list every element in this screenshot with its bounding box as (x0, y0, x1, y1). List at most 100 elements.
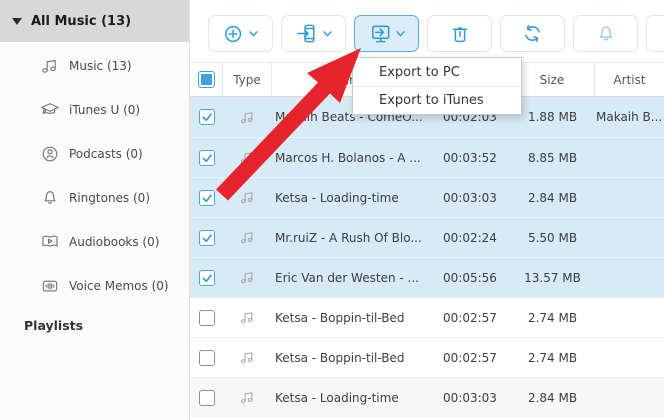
sidebar-list: Music (13) iTunes U (0) Podcasts (0) (0, 42, 189, 308)
plus-circle-icon (223, 23, 245, 45)
sidebar-item-label: Ringtones (0) (69, 191, 150, 205)
song-size: 5.50 MB (510, 231, 595, 245)
toolbar-button-partial[interactable] (646, 15, 664, 52)
chevron-down-icon (249, 31, 258, 37)
menu-item-export-to-pc[interactable]: Export to PC (353, 58, 521, 86)
row-checkbox[interactable] (199, 190, 215, 206)
song-name: Mr.ruiZ - A Rush Of Blo... (272, 231, 430, 245)
column-header-size[interactable]: Size (510, 63, 595, 96)
bell-icon (595, 23, 617, 45)
sidebar-section-playlists[interactable]: Playlists (0, 318, 189, 333)
voice-memo-icon (40, 276, 60, 296)
toolbar (190, 0, 664, 62)
podcast-icon (40, 144, 60, 164)
export-dropdown-menu: Export to PC Export to iTunes (352, 57, 522, 115)
audiobook-icon (40, 232, 60, 252)
music-note-icon (40, 56, 60, 76)
column-header-type[interactable]: Type (223, 63, 272, 96)
notifications-button[interactable] (573, 15, 638, 52)
sidebar-item-audiobooks[interactable]: Audiobooks (0) (0, 220, 189, 264)
app-window: All Music (13) Music (13) iTunes U (0) (0, 0, 664, 420)
row-checkbox[interactable] (199, 230, 215, 246)
song-time: 00:03:03 (430, 191, 510, 205)
check-icon (201, 152, 213, 164)
table-row[interactable]: Marcos H. Bolanos - A ... 00:03:52 8.85 … (190, 137, 664, 177)
row-checkbox[interactable] (199, 390, 215, 406)
graduation-cap-icon (40, 100, 60, 120)
check-icon (201, 272, 213, 284)
select-all-checkbox[interactable] (198, 71, 215, 88)
row-checkbox[interactable] (199, 310, 215, 326)
sidebar-item-podcasts[interactable]: Podcasts (0) (0, 132, 189, 176)
export-to-computer-icon (369, 22, 392, 45)
song-name: Marcos H. Bolanos - A ... (272, 151, 430, 165)
song-size: 1.88 MB (510, 110, 595, 124)
song-size: 2.74 MB (510, 351, 595, 365)
song-size: 8.85 MB (510, 151, 595, 165)
song-time: 00:03:03 (430, 391, 510, 405)
sidebar-item-label: iTunes U (0) (69, 103, 140, 117)
table-body: Makaih Beats - ComeO... 00:02:03 1.88 MB… (190, 97, 664, 417)
menu-item-export-to-itunes[interactable]: Export to iTunes (353, 86, 521, 114)
song-name: Ketsa - Loading-time (272, 391, 430, 405)
table-row[interactable]: Eric Van der Westen - ... 00:05:56 13.57… (190, 257, 664, 297)
sync-icon (521, 22, 544, 45)
table-row[interactable]: Ketsa - Loading-time 00:03:03 2.84 MB (190, 377, 664, 417)
sidebar-header-all-music[interactable]: All Music (13) (0, 0, 189, 42)
music-note-icon (239, 309, 256, 326)
sidebar-header-label: All Music (13) (31, 14, 131, 29)
trash-icon (449, 23, 471, 45)
song-time: 00:03:52 (430, 151, 510, 165)
export-to-computer-button[interactable] (354, 15, 419, 52)
sidebar-item-music[interactable]: Music (13) (0, 44, 189, 88)
sidebar-item-label: Audiobooks (0) (69, 235, 159, 249)
table-row[interactable]: Ketsa - Boppin-til-Bed 00:02:57 2.74 MB (190, 297, 664, 337)
music-note-icon (239, 229, 256, 246)
sidebar-item-label: Music (13) (69, 59, 132, 73)
sidebar: All Music (13) Music (13) iTunes U (0) (0, 0, 190, 420)
song-name: Ketsa - Loading-time (272, 191, 430, 205)
delete-button[interactable] (427, 15, 492, 52)
row-checkbox[interactable] (199, 109, 215, 125)
music-note-icon (239, 349, 256, 366)
song-size: 2.84 MB (510, 191, 595, 205)
row-checkbox[interactable] (199, 270, 215, 286)
row-checkbox[interactable] (199, 350, 215, 366)
column-header-artist[interactable]: Artist (595, 63, 664, 96)
song-size: 13.57 MB (510, 271, 595, 285)
chevron-down-icon (323, 31, 332, 37)
song-time: 00:05:56 (430, 271, 510, 285)
song-name: Eric Van der Westen - ... (272, 271, 430, 285)
sidebar-item-itunes-u[interactable]: iTunes U (0) (0, 88, 189, 132)
music-note-icon (239, 149, 256, 166)
song-name: Ketsa - Boppin-til-Bed (272, 311, 430, 325)
bell-icon (40, 188, 60, 208)
song-name: Ketsa - Boppin-til-Bed (272, 351, 430, 365)
chevron-down-icon (396, 31, 405, 37)
check-icon (201, 111, 213, 123)
row-checkbox[interactable] (199, 150, 215, 166)
export-to-device-button[interactable] (281, 15, 346, 52)
table-row[interactable]: Ketsa - Loading-time 00:03:03 2.84 MB (190, 177, 664, 217)
sidebar-item-ringtones[interactable]: Ringtones (0) (0, 176, 189, 220)
table-row[interactable]: Ketsa - Boppin-til-Bed 00:02:57 2.74 MB (190, 337, 664, 377)
music-note-icon (239, 109, 256, 126)
table-row[interactable]: Mr.ruiZ - A Rush Of Blo... 00:02:24 5.50… (190, 217, 664, 257)
main-area: Type Name Time Size Artist (190, 0, 664, 420)
check-icon (201, 232, 213, 244)
music-note-icon (239, 269, 256, 286)
collapse-triangle-icon (12, 18, 22, 25)
refresh-button[interactable] (500, 15, 565, 52)
music-note-icon (239, 389, 256, 406)
song-time: 00:02:57 (430, 311, 510, 325)
sidebar-item-label: Voice Memos (0) (69, 279, 169, 293)
add-button[interactable] (208, 15, 273, 52)
song-size: 2.74 MB (510, 311, 595, 325)
song-size: 2.84 MB (510, 391, 595, 405)
song-time: 00:02:24 (430, 231, 510, 245)
export-to-device-icon (296, 22, 319, 45)
music-note-icon (239, 189, 256, 206)
sidebar-item-voice-memos[interactable]: Voice Memos (0) (0, 264, 189, 308)
sidebar-item-label: Podcasts (0) (69, 147, 143, 161)
song-artist: Makaih B... (595, 110, 664, 124)
